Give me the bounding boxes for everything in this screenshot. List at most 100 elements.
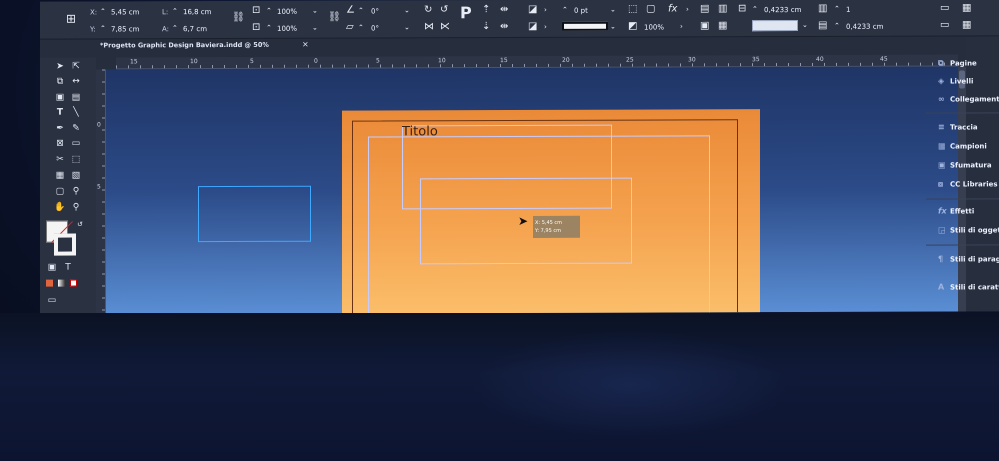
flip-vertical-icon[interactable]: ⋉ [440,21,450,32]
apply-none-icon[interactable] [70,279,77,287]
scale-y-stepper-icon[interactable]: ⌃ [266,24,272,32]
fill-swatch-icon[interactable]: ◪ [528,4,537,15]
stroke-type-dropdown-icon[interactable]: ⌄ [610,23,616,31]
panel-cc-libraries[interactable]: ⧈ CC Libraries [938,179,998,193]
eyedropper-tool-icon[interactable]: ⚲ [70,187,82,197]
formatting-text-icon[interactable]: T [62,263,74,273]
select-next-icon[interactable]: ⇹ [500,21,508,32]
x-stepper-icon[interactable]: ⌃ [100,7,106,15]
gap-tool-icon[interactable]: ↔ [70,77,82,87]
pen-tool-icon[interactable]: ✒ [54,124,66,134]
rotate-ccw-icon[interactable]: ↺ [440,4,448,15]
align-left-icon[interactable]: ▤ [700,3,709,14]
title-text[interactable]: Titolo [402,124,438,139]
pencil-tool-icon[interactable]: ✎ [70,124,82,134]
frame-fitting-icon[interactable]: ⬚ [628,4,637,15]
gutter-stepper-icon[interactable]: ⌃ [834,22,840,30]
apply-gradient-icon[interactable] [58,279,65,287]
y-stepper-icon[interactable]: ⌃ [100,24,106,32]
stroke-weight-stepper-icon[interactable]: ⌃ [562,6,568,14]
panel-character-styles[interactable]: A Stili di carattere [938,282,999,296]
panel-layers[interactable]: ◈ Livelli [938,76,973,90]
color-swatch-dropdown-icon[interactable]: ⌄ [802,21,808,29]
text-wrap-alt-icon[interactable]: ▦ [718,20,727,31]
content-collector-icon[interactable]: ▣ [54,93,66,103]
gradient-feather-tool-icon[interactable]: ▧ [70,171,82,181]
note-tool-icon[interactable]: ▢ [54,187,66,197]
selection-tool-icon[interactable]: ➤ [54,62,66,72]
panel-gradient[interactable]: ▣ Sfumatura [938,160,992,174]
hand-tool-icon[interactable]: ✋ [54,203,66,213]
stroke-swatch-icon[interactable]: ◪ [528,21,537,32]
rectangle-tool-icon[interactable]: ▭ [70,139,82,149]
flip-horizontal-icon[interactable]: ⋈ [424,21,434,32]
drop-shadow-icon[interactable]: ◩ [628,21,637,32]
direct-selection-tool-icon[interactable]: ⇱ [70,62,82,72]
y-field[interactable]: 7,85 cm [111,25,139,33]
fx-chevron-icon[interactable]: › [686,5,689,13]
scale-y-field[interactable]: 100% [277,25,297,33]
screen-mode-icon[interactable]: ▭ [46,296,58,306]
select-previous-icon[interactable]: ⇹ [500,4,508,15]
opacity-chevron-icon[interactable]: › [680,22,683,30]
color-swatch-field[interactable] [752,20,798,32]
shear-stepper-icon[interactable]: ⌃ [358,24,364,32]
document-tab[interactable]: *Progetto Graphic Design Baviera.indd @ … [100,41,269,50]
rotate-cw-icon[interactable]: ↻ [424,4,432,15]
offset-a-field[interactable]: 0,4233 cm [764,6,801,14]
stroke-color-icon[interactable] [54,233,76,256]
scale-x-dropdown-icon[interactable]: ⌄ [312,7,318,15]
rotate-dropdown-icon[interactable]: ⌄ [404,6,410,14]
align-center-icon[interactable]: ▥ [718,3,727,14]
balance-columns-icon[interactable]: ▭ [940,19,949,30]
shear-dropdown-icon[interactable]: ⌄ [404,23,410,31]
panel-stroke[interactable]: ≡ Traccia [938,122,978,136]
gradient-swatch-tool-icon[interactable]: ▦ [54,171,66,181]
rotate-field[interactable]: 0° [371,7,379,15]
panel-paragraph-styles[interactable]: ¶ Stili di paragrafo [938,254,999,268]
constrain-proportions-icon[interactable]: ⛓ [232,12,245,23]
select-content-icon[interactable]: ⇣ [482,21,490,32]
rectangle-frame-tool-icon[interactable]: ⊠ [54,139,66,149]
width-field[interactable]: 16,8 cm [183,8,211,16]
fill-chevron-icon[interactable]: › [544,6,547,14]
panel-pages[interactable]: ⧉ Pagine [938,58,977,72]
swap-colors-icon[interactable]: ↺ [74,220,86,230]
panel-swatches[interactable]: ▦ Campioni [938,141,987,155]
formatting-container-icon[interactable]: ▣ [46,263,58,273]
free-transform-tool-icon[interactable]: ⬚ [70,155,82,165]
content-placer-icon[interactable]: ▤ [70,93,82,103]
close-tab-icon[interactable]: × [302,40,309,49]
document-page[interactable]: Titolo [342,109,760,315]
text-wrap-icon[interactable]: ▣ [700,20,709,31]
span-columns-icon[interactable]: ▦ [962,19,971,30]
panel-effects[interactable]: fx Effetti [938,206,974,220]
hide-panels-icon[interactable]: ▦ [962,2,971,13]
offset-b-field[interactable]: 0,4233 cm [846,23,883,31]
page-tool-icon[interactable]: ⧉ [54,77,66,87]
vertical-ruler[interactable]: 0 5 [96,69,106,315]
pasteboard[interactable]: Titolo ➤ X: 5,45 cm Y: 7,95 cm [106,66,958,315]
corner-options-icon[interactable]: ▢ [646,4,655,15]
fx-icon[interactable]: fx [668,3,677,14]
apply-color-icon[interactable] [46,279,53,287]
scale-x-field[interactable]: 100% [277,8,297,16]
type-tool-icon[interactable]: T [54,108,66,118]
rotate-stepper-icon[interactable]: ⌃ [358,7,364,15]
stroke-weight-field[interactable]: 0 pt [574,7,588,15]
scale-y-dropdown-icon[interactable]: ⌄ [312,24,318,32]
panel-object-styles[interactable]: ◲ Stili di oggetto [938,225,999,239]
offset-a-stepper-icon[interactable]: ⌃ [752,5,758,13]
columns-field[interactable]: 1 [846,6,850,14]
constrain-scale-icon[interactable]: ⛓ [328,12,341,23]
auto-fit-icon[interactable]: ▭ [940,2,949,13]
zoom-tool-icon[interactable]: ⚲ [70,203,82,213]
scissors-tool-icon[interactable]: ✂ [54,155,66,165]
columns-stepper-icon[interactable]: ⌃ [834,5,840,13]
select-container-icon[interactable]: ⇡ [482,4,490,15]
height-stepper-icon[interactable]: ⌃ [172,24,178,32]
stroke-chevron-icon[interactable]: › [544,23,547,31]
panel-links[interactable]: ∞ Collegamenti [938,94,999,108]
stroke-type-field[interactable] [562,21,608,31]
stroke-weight-dropdown-icon[interactable]: ⌄ [610,6,616,14]
